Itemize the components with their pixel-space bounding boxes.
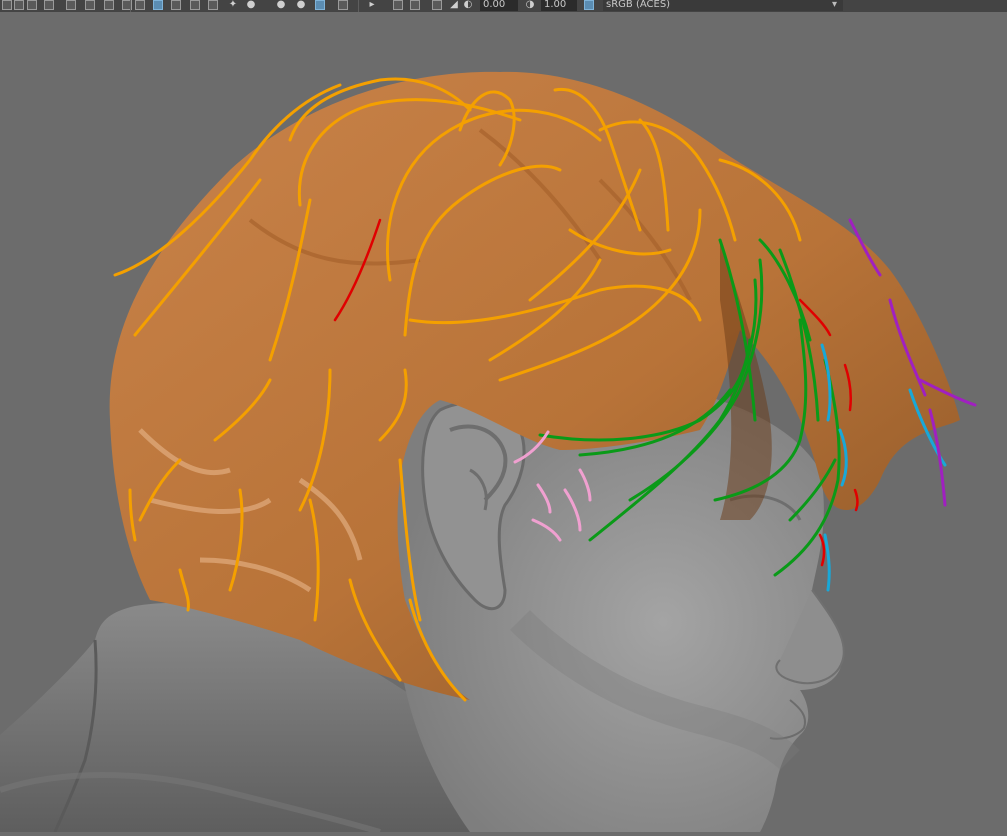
camera-attributes-icon[interactable] — [2, 0, 12, 10]
image-plane-icon[interactable] — [14, 0, 24, 10]
xray-joints-icon[interactable] — [432, 0, 442, 10]
isolate-select-icon[interactable]: ▸ — [367, 0, 377, 10]
grid-icon[interactable] — [44, 0, 54, 10]
wireframe-on-shaded-icon[interactable] — [190, 0, 200, 10]
view-transform-label: sRGB (ACES) — [606, 0, 671, 10]
shadows-icon[interactable]: ● — [246, 0, 256, 10]
anti-aliasing-icon[interactable] — [315, 0, 325, 10]
color-management-icon[interactable] — [584, 0, 594, 10]
screen-space-ao-icon[interactable]: ● — [276, 0, 286, 10]
depth-of-field-icon[interactable] — [338, 0, 348, 10]
xray-active-components-icon[interactable] — [410, 0, 420, 10]
default-material-icon[interactable] — [171, 0, 181, 10]
gamma-field[interactable]: 1.00 — [541, 0, 577, 11]
xray-icon[interactable] — [393, 0, 403, 10]
wireframe-icon[interactable] — [135, 0, 145, 10]
gamma-icon[interactable]: ◑ — [525, 0, 535, 10]
exposure-icon[interactable]: ◐ — [463, 0, 473, 10]
viewport-render — [0, 12, 1007, 835]
exposure-field[interactable]: 0.00 — [480, 0, 518, 11]
motion-blur-icon[interactable]: ● — [296, 0, 306, 10]
3d-viewport[interactable] — [0, 12, 1007, 835]
backface-culling-icon[interactable]: ◢ — [449, 0, 459, 10]
gate-mask-icon[interactable] — [104, 0, 114, 10]
view-transform-dropdown[interactable]: sRGB (ACES) ▾ — [603, 0, 843, 11]
lighting-icon[interactable]: ✦ — [228, 0, 238, 10]
chevron-down-icon: ▾ — [831, 0, 837, 10]
textured-icon[interactable] — [208, 0, 218, 10]
bookmark-icon[interactable] — [27, 0, 37, 10]
smooth-shade-icon[interactable] — [153, 0, 163, 10]
viewport-panel-toolbar: ✦ ● ● ● ▸ ◢ ◐ 0.00 ◑ 1.00 sRGB (ACES) ▾ — [0, 0, 1007, 12]
resolution-gate-icon[interactable] — [85, 0, 95, 10]
film-gate-icon[interactable] — [66, 0, 76, 10]
